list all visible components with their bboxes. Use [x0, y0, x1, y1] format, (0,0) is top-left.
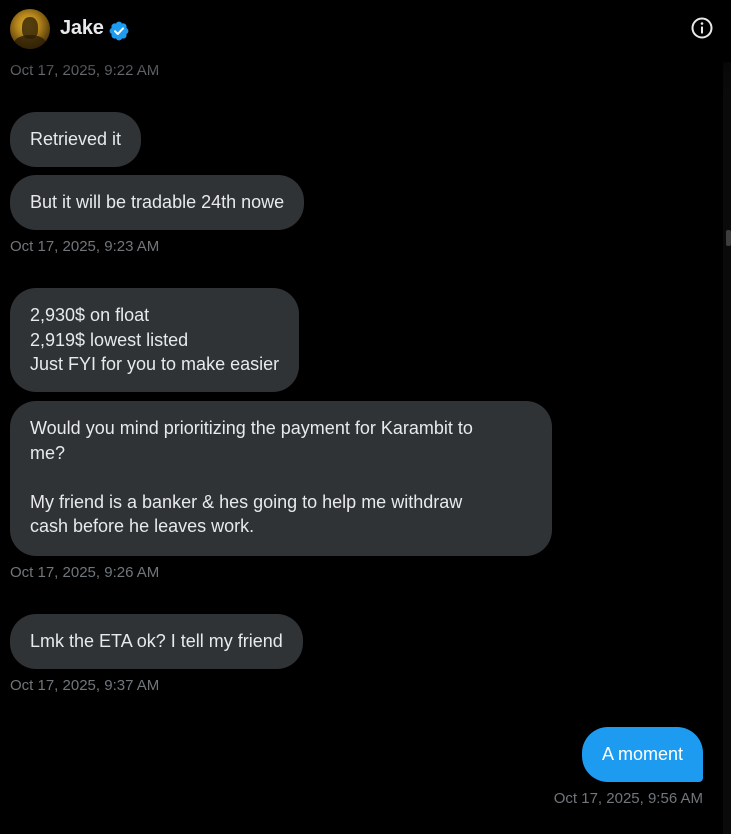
verified-badge-icon — [109, 21, 129, 41]
message-bubble-sent[interactable]: A moment — [581, 727, 703, 782]
scrollbar-thumb[interactable] — [726, 230, 731, 246]
message-bubble-received[interactable]: But it will be tradable 24th nowe — [10, 175, 305, 230]
message-bubble-received[interactable]: Would you mind prioritizing the payment … — [10, 401, 552, 556]
conversation-header: Jake — [0, 0, 731, 62]
message-bubble-received[interactable]: Lmk the ETA ok? I tell my friend — [10, 614, 303, 669]
message-timestamp: Oct 17, 2025, 9:26 AM — [10, 564, 160, 581]
info-icon[interactable] — [690, 16, 714, 40]
message-bubble-received[interactable]: Retrieved it — [10, 112, 142, 167]
message-timestamp: Oct 17, 2025, 9:22 AM — [10, 62, 160, 79]
contact-name[interactable]: Jake — [60, 17, 104, 40]
scrollbar-track[interactable] — [723, 62, 731, 834]
message-timestamp: Oct 17, 2025, 9:56 AM — [553, 790, 703, 807]
message-bubble-received[interactable]: 2,930$ on float 2,919$ lowest listed Jus… — [10, 288, 300, 392]
message-timestamp: Oct 17, 2025, 9:37 AM — [10, 677, 160, 694]
message-timestamp: Oct 17, 2025, 9:23 AM — [10, 238, 160, 255]
avatar[interactable] — [10, 9, 50, 49]
